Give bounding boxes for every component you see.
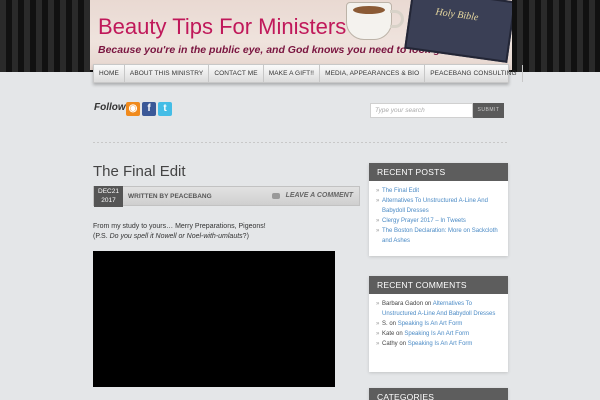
- post-meta-bar: DEC21 2017 WRITTEN BY PEACEBANG LEAVE A …: [93, 186, 360, 207]
- leave-comment-link[interactable]: LEAVE A COMMENT: [286, 192, 353, 199]
- tea-mug-image: [346, 2, 392, 40]
- post-date-badge: DEC21 2017: [94, 186, 123, 207]
- nav-item-gift[interactable]: MAKE A GIFT!!: [264, 65, 321, 82]
- comment-post-link[interactable]: Speaking Is An Art Form: [398, 321, 463, 327]
- divider: [93, 142, 508, 143]
- post-body-line-2: (P.S. Do you spell it Nowell or Noel-wit…: [93, 232, 266, 242]
- post-author: WRITTEN BY PEACEBANG: [128, 193, 212, 200]
- site-header: Beauty Tips For Ministers Because you're…: [90, 0, 512, 70]
- mug-handle-decoration: [390, 10, 404, 28]
- post-title[interactable]: The Final Edit: [93, 163, 186, 180]
- rss-icon[interactable]: ◉: [126, 102, 140, 116]
- left-curtain-decoration: [0, 0, 95, 72]
- post-body: From my study to yours… Merry Preparatio…: [93, 222, 266, 242]
- categories-widget: CATEGORIES: [369, 388, 508, 400]
- recent-comment-item: Cathy on Speaking Is An Art Form: [376, 339, 502, 349]
- ps-suffix: ?): [242, 233, 249, 240]
- bible-cover-text: Holy Bible: [434, 6, 479, 24]
- recent-post-item[interactable]: The Boston Declaration: More on Sackclot…: [376, 226, 502, 246]
- recent-post-item[interactable]: Clergy Prayer 2017 – In Tweets: [376, 216, 502, 226]
- comment-post-link[interactable]: Speaking Is An Art Form: [408, 341, 473, 347]
- nav-item-contact[interactable]: CONTACT ME: [209, 65, 264, 82]
- recent-comment-item: S. on Speaking Is An Art Form: [376, 319, 502, 329]
- facebook-icon[interactable]: f: [142, 102, 156, 116]
- post-date-year: 2017: [101, 196, 116, 204]
- right-curtain-decoration: [505, 0, 600, 72]
- nav-item-about[interactable]: ABOUT THIS MINISTRY: [125, 65, 210, 82]
- site-title[interactable]: Beauty Tips For Ministers: [98, 14, 346, 40]
- main-nav: HOME ABOUT THIS MINISTRY CONTACT ME MAKE…: [93, 64, 523, 83]
- nav-item-media[interactable]: MEDIA, APPEARANCES & BIO: [320, 65, 426, 82]
- ps-prefix: (P.S.: [93, 233, 108, 240]
- follow-label: Follow: [94, 102, 126, 113]
- recent-post-item[interactable]: Alternatives To Unstructured A-Line And …: [376, 196, 502, 216]
- comment-author: Barbara Gadon: [382, 301, 424, 307]
- post-body-line-1: From my study to yours… Merry Preparatio…: [93, 223, 266, 230]
- ps-italic: Do you spell it Nowell or Noel-with-umla…: [109, 233, 243, 240]
- categories-title: CATEGORIES: [369, 388, 508, 400]
- twitter-icon[interactable]: t: [158, 102, 172, 116]
- search-submit-button[interactable]: SUBMIT: [473, 103, 504, 118]
- recent-posts-widget: RECENT POSTS The Final Edit Alternatives…: [369, 163, 508, 256]
- video-player[interactable]: [93, 251, 335, 387]
- comment-author: Cathy: [382, 341, 398, 347]
- recent-comment-item: Barbara Gadon on Alternatives To Unstruc…: [376, 299, 502, 319]
- comment-bubble-icon: [272, 193, 280, 199]
- comment-author: Kate: [382, 331, 395, 337]
- comment-post-link[interactable]: Speaking Is An Art Form: [404, 331, 469, 337]
- recent-posts-title: RECENT POSTS: [369, 163, 508, 181]
- recent-post-item[interactable]: The Final Edit: [376, 186, 502, 196]
- recent-comments-widget: RECENT COMMENTS Barbara Gadon on Alterna…: [369, 276, 508, 372]
- recent-comment-item: Kate on Speaking Is An Art Form: [376, 329, 502, 339]
- recent-comments-title: RECENT COMMENTS: [369, 276, 508, 294]
- nav-item-home[interactable]: HOME: [94, 65, 125, 82]
- nav-item-consulting[interactable]: PEACEBANG CONSULTING: [425, 65, 523, 82]
- comment-author: S.: [382, 321, 388, 327]
- search-input[interactable]: Type your search: [370, 103, 473, 118]
- post-date-day: DEC21: [98, 188, 119, 195]
